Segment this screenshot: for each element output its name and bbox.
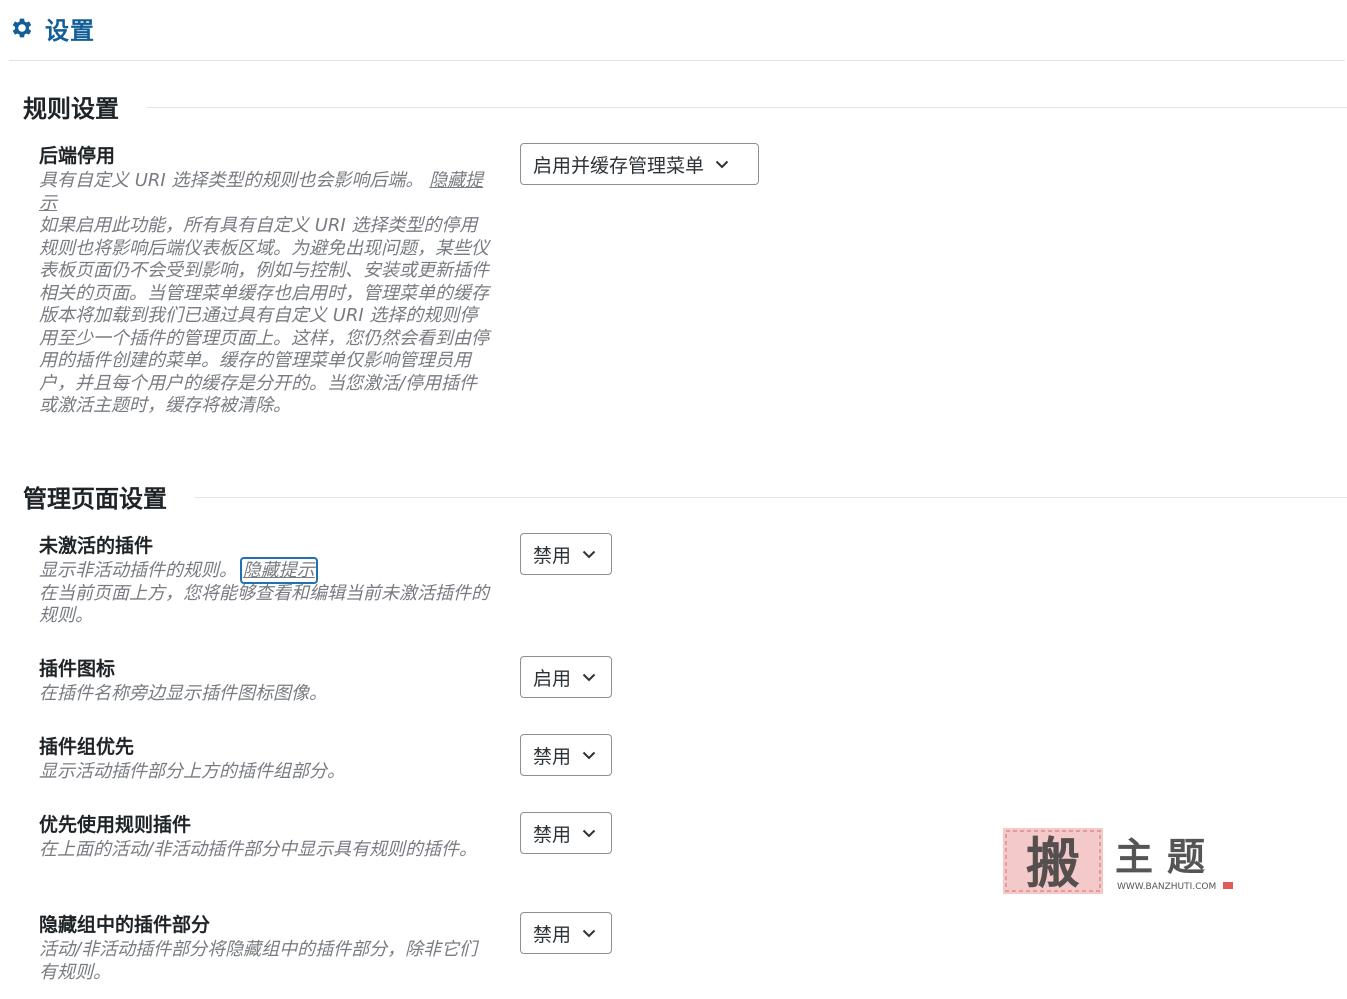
description-lead: 具有自定义 URI 选择类型的规则也会影响后端。 (39, 170, 424, 191)
section-title: 规则设置 (23, 95, 119, 123)
inactive-plugins-select[interactable]: 禁用 (520, 533, 612, 575)
select-value: 禁用 (533, 823, 572, 846)
backend-deactivation-select[interactable]: 启用并缓存管理菜单 (520, 143, 759, 185)
groups-first-select[interactable]: 禁用 (520, 734, 612, 776)
section-divider (147, 107, 1347, 108)
section-divider (195, 497, 1347, 498)
plugin-icons-select[interactable]: 启用 (520, 656, 612, 698)
setting-label: 插件组优先 (39, 736, 135, 758)
chevron-down-icon (715, 160, 729, 169)
setting-description: 显示非活动插件的规则。 隐藏提示 在当前页面上方，您将能够查看和编辑当前未激活插… (39, 557, 491, 628)
watermark-seal-glyph: 搬 (1026, 831, 1080, 894)
gear-icon (12, 18, 32, 38)
section-admin-page-settings: 管理页面设置 (23, 479, 1347, 514)
header-divider (9, 60, 1345, 61)
setting-row-groups-first: 插件组优先 显示活动插件部分上方的插件组部分。 (39, 735, 491, 784)
watermark-accent (1223, 882, 1233, 889)
select-value: 禁用 (533, 745, 572, 768)
setting-row-inactive-plugins: 未激活的插件 显示非活动插件的规则。 隐藏提示 在当前页面上方，您将能够查看和编… (39, 534, 491, 628)
watermark-logo: 搬 主题 WWW.BANZHUTI.COM (1003, 828, 1233, 894)
select-value: 启用 (533, 667, 572, 690)
setting-label: 插件图标 (39, 658, 116, 680)
chevron-down-icon (582, 550, 596, 559)
page-title: 设置 (45, 16, 95, 45)
select-value: 禁用 (533, 544, 572, 567)
select-value: 禁用 (533, 923, 572, 946)
setting-description: 显示活动插件部分上方的插件组部分。 (39, 761, 345, 782)
section-rules-settings: 规则设置 (23, 89, 1347, 124)
description-body: 在当前页面上方，您将能够查看和编辑当前未激活插件的规则。 (39, 582, 489, 627)
hide-grouped-plugins-select[interactable]: 禁用 (520, 912, 612, 954)
setting-label: 未激活的插件 (39, 535, 154, 557)
setting-label: 优先使用规则插件 (39, 814, 192, 836)
setting-label: 隐藏组中的插件部分 (39, 914, 211, 936)
setting-description: 在插件名称旁边显示插件图标图像。 (39, 683, 327, 704)
setting-row-plugin-icons: 插件图标 在插件名称旁边显示插件图标图像。 (39, 657, 491, 706)
chevron-down-icon (582, 929, 596, 938)
setting-label: 后端停用 (39, 145, 116, 167)
setting-row-rule-plugins-first: 优先使用规则插件 在上面的活动/非活动插件部分中显示具有规则的插件。 (39, 813, 491, 862)
watermark-url: WWW.BANZHUTI.COM (1117, 882, 1216, 892)
setting-description: 在上面的活动/非活动插件部分中显示具有规则的插件。 (39, 839, 478, 860)
setting-row-backend-deactivation: 后端停用 具有自定义 URI 选择类型的规则也会影响后端。 隐藏提示 如果启用此… (39, 144, 491, 418)
watermark-brand-glyphs: 主题 (1115, 834, 1219, 879)
hide-hint-link[interactable]: 隐藏提示 (239, 557, 318, 584)
rule-plugins-first-select[interactable]: 禁用 (520, 812, 612, 854)
select-value: 启用并缓存管理菜单 (533, 154, 705, 177)
setting-description: 活动/非活动插件部分将隐藏组中的插件部分，除非它们有规则。 (39, 939, 478, 983)
section-title: 管理页面设置 (23, 485, 167, 513)
description-body: 如果启用此功能，所有具有自定义 URI 选择类型的停用规则也将影响后端仪表板区域… (39, 215, 489, 416)
description-lead: 显示非活动插件的规则。 (39, 560, 237, 581)
chevron-down-icon (582, 829, 596, 838)
setting-description: 具有自定义 URI 选择类型的规则也会影响后端。 隐藏提示 如果启用此功能，所有… (39, 170, 491, 418)
chevron-down-icon (582, 751, 596, 760)
page-header: 设置 (9, 10, 95, 46)
setting-row-hide-grouped-plugins: 隐藏组中的插件部分 活动/非活动插件部分将隐藏组中的插件部分，除非它们有规则。 (39, 913, 491, 984)
chevron-down-icon (582, 673, 596, 682)
